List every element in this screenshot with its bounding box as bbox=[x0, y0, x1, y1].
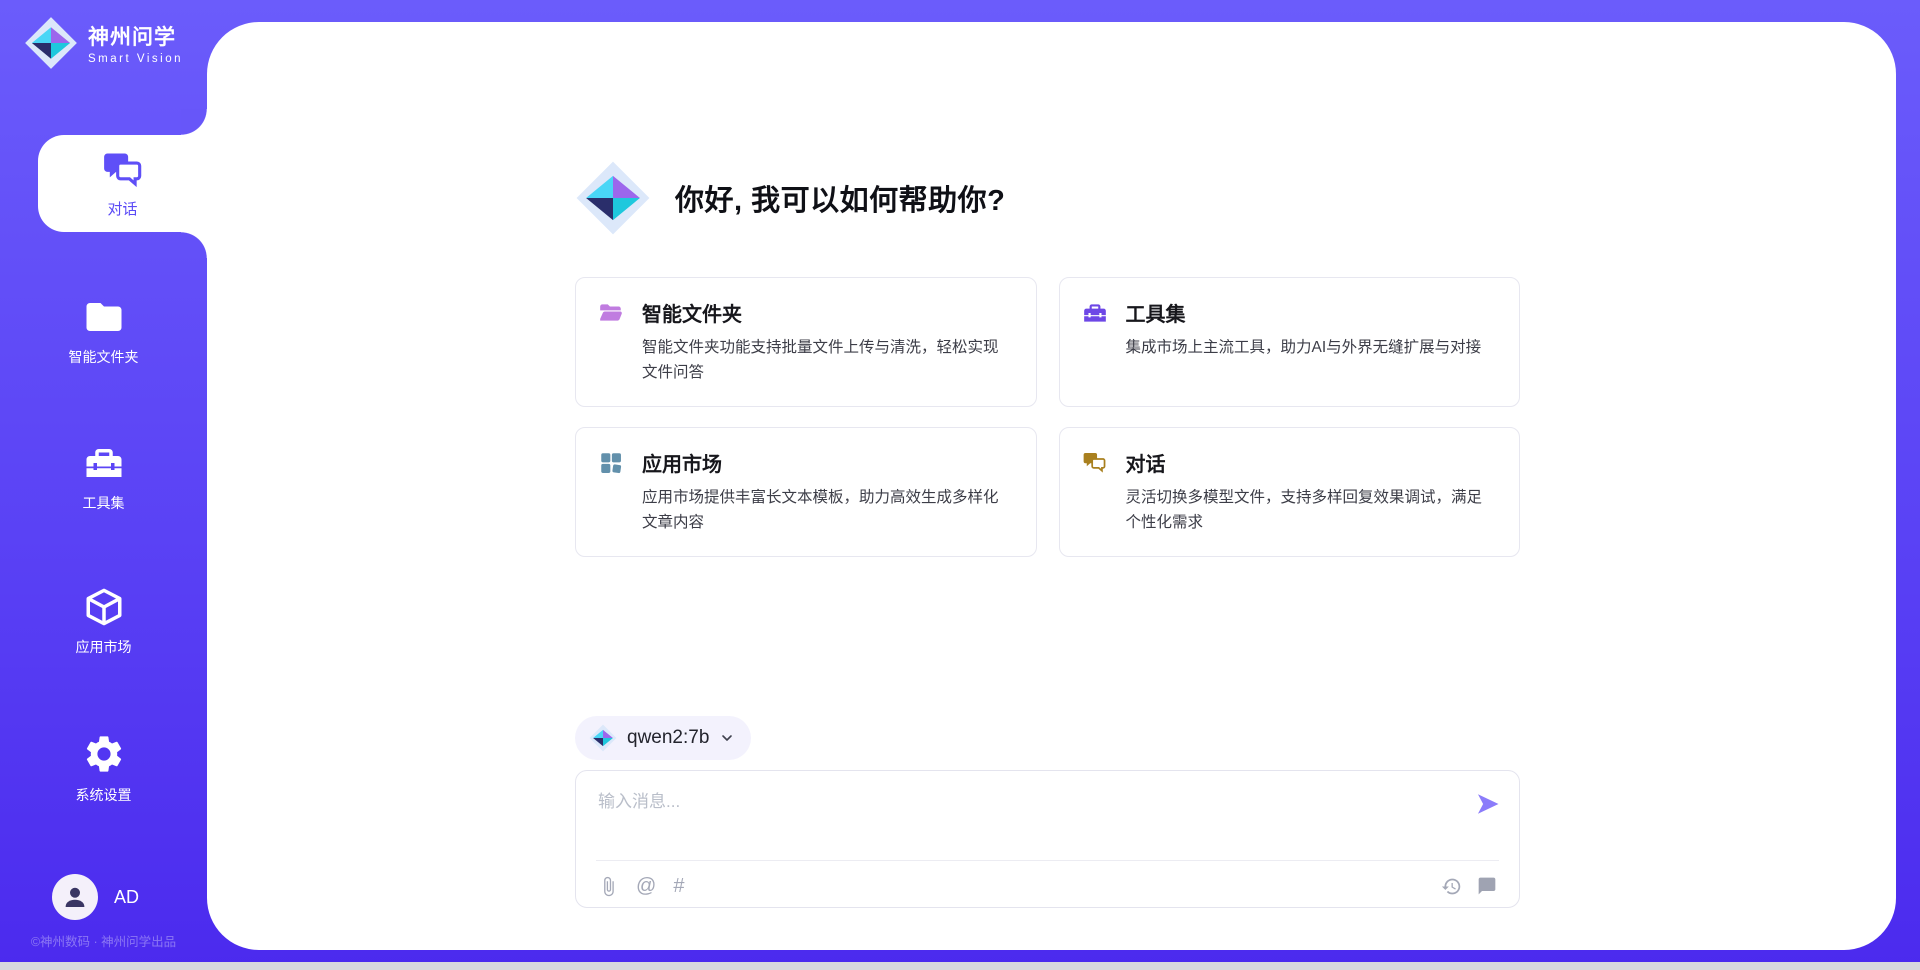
hash-icon[interactable]: # bbox=[673, 875, 684, 898]
sidebar-item-market[interactable]: 应用市场 bbox=[0, 586, 207, 657]
user-name: AD bbox=[114, 887, 139, 908]
card-title: 对话 bbox=[1126, 448, 1166, 477]
app-logo: 神州问学 Smart Vision bbox=[24, 16, 183, 70]
avatar bbox=[52, 874, 98, 920]
logo-diamond-icon bbox=[575, 160, 651, 236]
card-title: 智能文件夹 bbox=[642, 298, 742, 327]
logo-diamond-icon bbox=[589, 724, 617, 752]
main-content: 你好, 我可以如何帮助你? 智能文件夹 智能文件夹功能支持批量文件上传与清洗，轻… bbox=[575, 0, 1520, 970]
sidebar-item-label: 智能文件夹 bbox=[69, 347, 139, 367]
card-description: 智能文件夹功能支持批量文件上传与清洗，轻松实现文件问答 bbox=[642, 336, 1014, 386]
logo-diamond-icon bbox=[24, 16, 78, 70]
sidebar-item-tools[interactable]: 工具集 bbox=[0, 442, 207, 513]
card-toolset[interactable]: 工具集 集成市场上主流工具，助力AI与外界无缝扩展与对接 bbox=[1059, 277, 1521, 407]
window-bottom-edge bbox=[0, 962, 1920, 970]
gear-icon bbox=[82, 732, 126, 776]
sidebar-item-folders[interactable]: 智能文件夹 bbox=[0, 296, 207, 367]
sidebar-item-label: 工具集 bbox=[83, 493, 125, 513]
greeting-text: 你好, 我可以如何帮助你? bbox=[675, 177, 1005, 219]
grid-icon bbox=[598, 450, 624, 476]
chevron-down-icon bbox=[719, 730, 735, 746]
sidebar-item-chat[interactable]: 对话 bbox=[38, 135, 207, 232]
card-title: 工具集 bbox=[1126, 298, 1186, 327]
tab-curve-bottom bbox=[181, 232, 207, 258]
sidebar-footer: ©神州数码 · 神州问学出品 bbox=[0, 931, 207, 950]
tab-curve-top bbox=[181, 109, 207, 135]
toolbox-icon bbox=[83, 442, 125, 484]
card-description: 集成市场上主流工具，助力AI与外界无缝扩展与对接 bbox=[1126, 336, 1498, 361]
sidebar-item-label: 对话 bbox=[107, 198, 137, 219]
card-chat[interactable]: 对话 灵活切换多模型文件，支持多样回复效果调试，满足个性化需求 bbox=[1059, 427, 1521, 557]
user-menu[interactable]: AD bbox=[52, 874, 139, 920]
message-input[interactable] bbox=[598, 787, 1438, 845]
chat-bubbles-icon bbox=[101, 148, 145, 192]
sidebar-item-label: 应用市场 bbox=[76, 637, 132, 657]
send-button[interactable] bbox=[1473, 789, 1503, 819]
greeting: 你好, 我可以如何帮助你? bbox=[575, 160, 1005, 236]
message-composer: @ # bbox=[575, 770, 1520, 908]
send-icon bbox=[1474, 790, 1502, 818]
chat-bubbles-icon bbox=[1082, 450, 1108, 476]
composer-toolbar: @ # bbox=[598, 871, 1497, 901]
at-icon[interactable]: @ bbox=[636, 875, 656, 898]
card-smart-folders[interactable]: 智能文件夹 智能文件夹功能支持批量文件上传与清洗，轻松实现文件问答 bbox=[575, 277, 1037, 407]
model-name: qwen2:7b bbox=[627, 727, 709, 749]
card-app-market[interactable]: 应用市场 应用市场提供丰富长文本模板，助力高效生成多样化文章内容 bbox=[575, 427, 1037, 557]
cube-icon bbox=[83, 586, 125, 628]
sidebar-item-label: 系统设置 bbox=[76, 785, 132, 805]
model-selector[interactable]: qwen2:7b bbox=[575, 716, 751, 760]
paperclip-icon[interactable] bbox=[598, 876, 619, 897]
card-description: 灵活切换多模型文件，支持多样回复效果调试，满足个性化需求 bbox=[1126, 486, 1498, 536]
card-title: 应用市场 bbox=[642, 448, 722, 477]
history-icon[interactable] bbox=[1441, 876, 1462, 897]
user-avatar-icon bbox=[60, 882, 90, 912]
toolbox-icon bbox=[1082, 300, 1108, 326]
feature-cards: 智能文件夹 智能文件夹功能支持批量文件上传与清洗，轻松实现文件问答 工具集 集成… bbox=[575, 277, 1520, 557]
card-description: 应用市场提供丰富长文本模板，助力高效生成多样化文章内容 bbox=[642, 486, 1014, 536]
app-name: 神州问学 bbox=[88, 21, 183, 51]
composer-divider bbox=[596, 860, 1499, 861]
folder-open-icon bbox=[598, 300, 624, 326]
folder-icon bbox=[83, 296, 125, 338]
sidebar-item-settings[interactable]: 系统设置 bbox=[0, 732, 207, 805]
sidebar: 神州问学 Smart Vision 对话 智能文件夹 工具集 bbox=[0, 0, 207, 970]
app-subtitle: Smart Vision bbox=[88, 53, 183, 65]
chat-square-icon[interactable] bbox=[1477, 876, 1497, 896]
